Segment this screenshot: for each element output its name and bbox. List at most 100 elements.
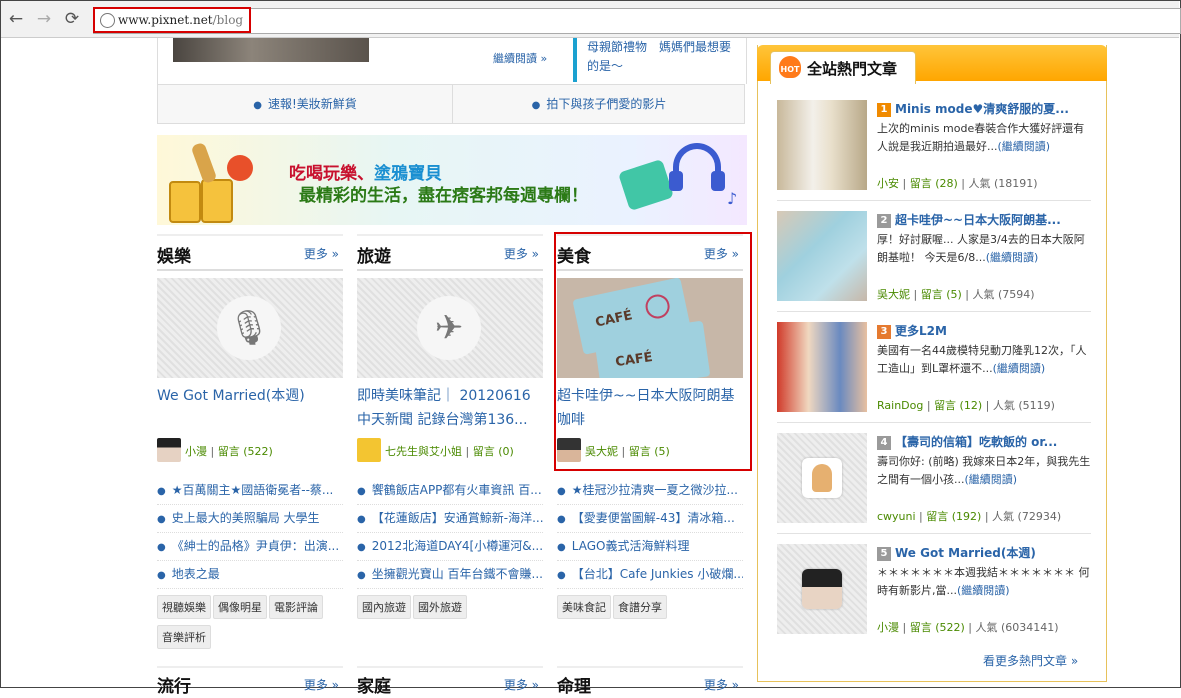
tag[interactable]: 國內旅遊 [357, 595, 411, 619]
article-thumbnail[interactable] [777, 322, 867, 412]
article-thumbnail[interactable] [777, 544, 867, 634]
headphone-ear-left [669, 171, 683, 191]
read-more-link[interactable]: (繼續閱讀) [957, 584, 1010, 597]
list-item[interactable]: ● 《紳士的品格》尹貞伊：出演... [157, 533, 343, 561]
tag[interactable]: 食譜分享 [613, 595, 667, 619]
hot-article-3: 3 更多L2M 美國有一名44歲模特兒動刀隆乳12次，「人工造山」到L罩杯還不..… [777, 322, 1107, 418]
author-name[interactable]: 七先生與艾小姐 [385, 445, 462, 458]
list-item[interactable]: ● LAGO義式活海鮮料理 [557, 533, 743, 561]
article-title-link[interactable]: 即時美味筆記｜ 20120616 中天新聞 記錄台灣第136... [357, 384, 543, 432]
quick-link-beauty[interactable]: ● 速報!美妝新鮮貨 [158, 85, 452, 123]
author-name[interactable]: 小漫 [877, 621, 899, 634]
comment-count[interactable]: 留言 (192) [926, 510, 981, 523]
tag[interactable]: 音樂評析 [157, 625, 211, 649]
promo-link[interactable]: 母親節禮物 媽媽們最想要的是～ [587, 38, 737, 76]
rank-badge: 5 [877, 547, 891, 561]
tag-list: 國內旅遊 國外旅遊 [357, 595, 543, 625]
author-row: 七先生與艾小姐 | 留言 (0) [357, 438, 543, 462]
more-link[interactable]: 更多 » [504, 676, 539, 693]
divider [777, 422, 1091, 423]
tag[interactable]: 視聽娛樂 [157, 595, 211, 619]
rank-badge: 2 [877, 214, 891, 228]
comment-count[interactable]: 留言 (5) [921, 288, 962, 301]
more-link[interactable]: 更多 » [304, 245, 339, 262]
article-title-link[interactable]: 1 Minis mode♥清爽舒服的夏... [877, 100, 1091, 118]
read-more-link[interactable]: (繼續閱讀) [986, 251, 1039, 264]
forward-icon[interactable]: → [33, 9, 55, 29]
article-thumbnail[interactable] [777, 211, 867, 301]
article-thumbnail[interactable] [777, 433, 867, 523]
article-title-link[interactable]: 3 更多L2M [877, 322, 1091, 340]
back-icon[interactable]: ← [5, 9, 27, 29]
article-meta: 吳大妮 | 留言 (5) | 人氣 (7594) [877, 288, 1035, 301]
tag[interactable]: 國外旅遊 [413, 595, 467, 619]
column-title: 旅遊 [357, 247, 391, 267]
weekly-column-banner[interactable]: 吃喝玩樂、塗鴉寶貝 最精彩的生活，盡在痞客邦每週專欄！ ♪ [157, 135, 747, 225]
comment-count[interactable]: 留言 (12) [934, 399, 982, 412]
article-thumbnail[interactable]: 🎙 [157, 278, 343, 378]
list-item[interactable]: ● 【花蓮飯店】安通賞鯨新-海洋... [357, 505, 543, 533]
reload-icon[interactable]: ⟳ [61, 9, 83, 29]
read-more-link[interactable]: (繼續閱讀) [998, 140, 1051, 153]
author-name[interactable]: RainDog [877, 399, 923, 412]
url-highlight-box [93, 7, 251, 33]
article-title-link[interactable]: 4 【壽司的信箱】吃軟飯的 or... [877, 433, 1091, 451]
read-more-link[interactable]: (繼續閱讀) [965, 473, 1018, 486]
avatar[interactable] [357, 438, 381, 462]
list-item[interactable]: ● ★桂冠沙拉清爽一夏之微沙拉... [557, 477, 743, 505]
more-hot-articles-link[interactable]: 看更多熱門文章 » [983, 652, 1078, 669]
avatar[interactable] [157, 438, 181, 462]
author-name[interactable]: cwyuni [877, 510, 916, 523]
popularity-count: 人氣 (72934) [992, 510, 1062, 523]
list-item[interactable]: ● ★百萬關主★國語衛冕者--蔡... [157, 477, 343, 505]
avatar [802, 569, 842, 609]
more-link[interactable]: 更多 » [504, 245, 539, 262]
list-item[interactable]: ● 坐擁觀光寶山 百年台鐵不會賺... [357, 561, 543, 589]
article-excerpt: 壽司你好: (前略) 我嫁來日本2年，與我先生之間有一個小孩...(繼續閱讀) [877, 455, 1091, 486]
read-more-link[interactable]: (繼續閱讀) [993, 362, 1046, 375]
tag[interactable]: 美味食記 [557, 595, 611, 619]
continue-reading-link[interactable]: 繼續閱讀 » [493, 50, 547, 66]
popularity-count: 人氣 (5119) [992, 399, 1055, 412]
post-list: ● 饗鶴飯店APP都有火車資訊 百... ● 【花蓮飯店】安通賞鯨新-海洋... ●… [357, 477, 543, 589]
article-title-link[interactable]: 5 We Got Married(本週) [877, 544, 1091, 562]
column-title: 命理 [557, 677, 591, 697]
list-item[interactable]: ● 2012北海道DAY4[小樽運河&... [357, 533, 543, 561]
article-excerpt: 美國有一名44歲模特兒動刀隆乳12次，「人工造山」到L罩杯還不...(繼續閱讀) [877, 344, 1087, 375]
beer-mug-icon [169, 181, 201, 223]
category-column-entertainment: 娛樂 更多 » 🎙 We Got Married(本週) 小漫 | 留言 (52… [157, 234, 343, 664]
article-title-link[interactable]: 2 超卡哇伊~~日本大阪阿朗基... [877, 211, 1091, 229]
list-item[interactable]: ● 地表之最 [157, 561, 343, 589]
author-name[interactable]: 小漫 [185, 445, 207, 458]
list-item[interactable]: ● 【愛妻便當圖解-43】清冰箱... [557, 505, 743, 533]
more-link[interactable]: 更多 » [704, 676, 739, 693]
more-link[interactable]: 更多 » [304, 676, 339, 693]
comment-count[interactable]: 留言 (28) [910, 177, 958, 190]
list-item[interactable]: ● 【台北】Cafe Junkies 小破爛... [557, 561, 743, 589]
article-thumbnail[interactable] [777, 100, 867, 190]
feature-photo[interactable] [173, 38, 369, 62]
tomato-icon [227, 155, 253, 181]
tag[interactable]: 電影評論 [269, 595, 323, 619]
article-thumbnail[interactable]: ✈ [357, 278, 543, 378]
popularity-count: 人氣 (18191) [968, 177, 1038, 190]
bread-icon [190, 141, 218, 185]
address-bar[interactable]: www.pixnet.net/blog [93, 8, 1181, 34]
author-name[interactable]: 小安 [877, 177, 899, 190]
comment-count[interactable]: 留言 (0) [473, 445, 514, 458]
author-name[interactable]: 吳大妮 [877, 288, 910, 301]
column-header: 娛樂 更多 » [157, 234, 343, 271]
list-item[interactable]: ● 史上最大的美照騙局 大學生 [157, 505, 343, 533]
comment-count[interactable]: 留言 (522) [218, 445, 273, 458]
article-title-link[interactable]: We Got Married(本週) [157, 384, 343, 408]
article-meta: 小漫 | 留言 (522) | 人氣 (6034141) [877, 621, 1059, 634]
quick-link-video[interactable]: ● 拍下與孩子們愛的影片 [453, 85, 745, 123]
popularity-count: 人氣 (6034141) [975, 621, 1059, 634]
popularity-count: 人氣 (7594) [972, 288, 1035, 301]
list-item[interactable]: ● 饗鶴飯店APP都有火車資訊 百... [357, 477, 543, 505]
highlight-box-food [554, 232, 752, 471]
comment-count[interactable]: 留言 (522) [910, 621, 965, 634]
hot-article-4: 4 【壽司的信箱】吃軟飯的 or... 壽司你好: (前略) 我嫁來日本2年，與我… [777, 433, 1107, 529]
tag[interactable]: 偶像明星 [213, 595, 267, 619]
hot-panel-title: 全站熱門文章 [807, 60, 898, 78]
